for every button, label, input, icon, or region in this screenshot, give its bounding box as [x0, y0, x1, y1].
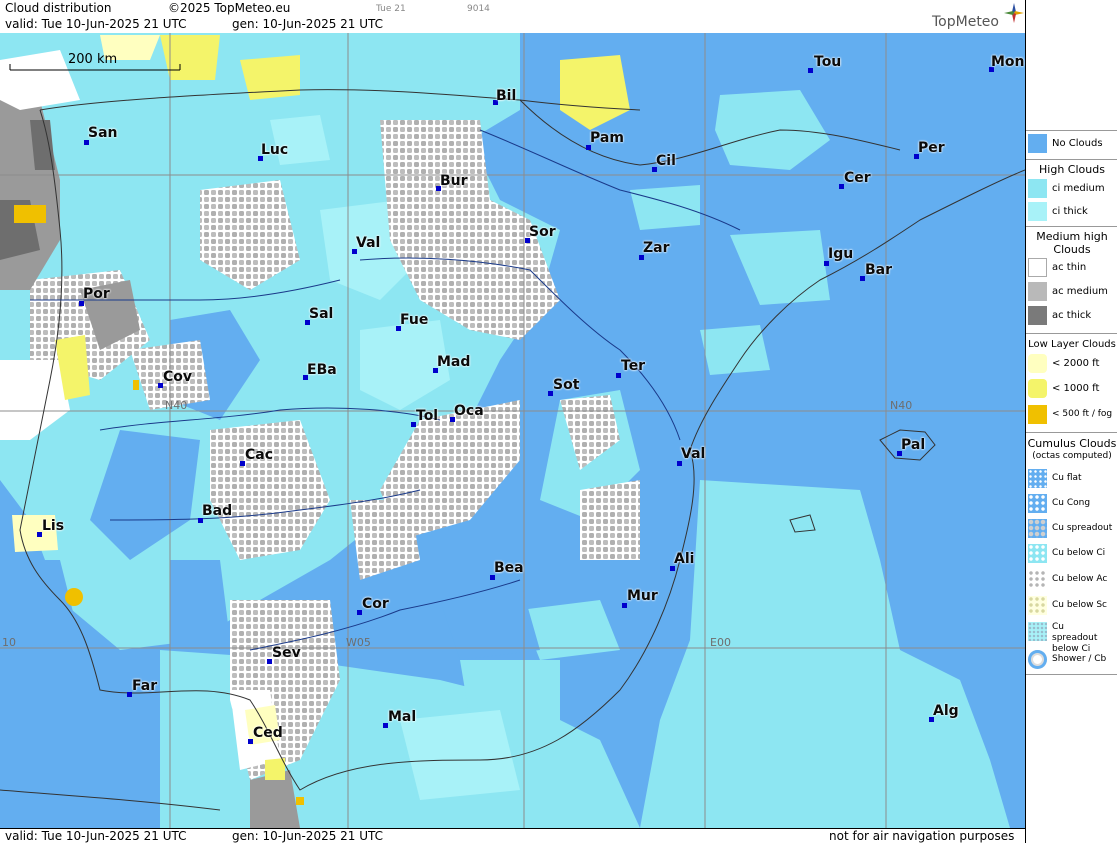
cu-spreadout-below-ci-swatch [1028, 622, 1047, 641]
valid-time: valid: Tue 10-Jun-2025 21 UTC [5, 17, 187, 31]
footer-generated-time: gen: 10-Jun-2025 21 UTC [232, 829, 384, 843]
footer-valid-time: valid: Tue 10-Jun-2025 21 UTC [5, 829, 187, 843]
legend-medium-high-heading: Medium high Clouds [1036, 230, 1108, 256]
low-2000-swatch [1028, 354, 1047, 373]
grid-label-w10: 10 [2, 636, 16, 649]
cu-below-ci-swatch [1028, 544, 1047, 563]
low-500-swatch [1028, 405, 1047, 424]
generated-time: gen: 10-Jun-2025 21 UTC [232, 17, 384, 31]
legend-high-clouds-heading: High Clouds [1039, 163, 1105, 176]
header-bar: Cloud distribution ©2025 TopMeteo.eu Tue… [0, 0, 1025, 34]
cu-below-sc-swatch [1028, 596, 1047, 615]
scale-label: 200 km [68, 52, 118, 67]
grid-label-e00: E00 [710, 636, 731, 649]
legend-cumulus-heading: Cumulus Clouds [1027, 437, 1117, 450]
legend-low-layer-heading: Low Layer Clouds [1028, 339, 1116, 350]
cloud-map: 200 km N40 N40 W05 E00 10 Bil Pam Tou Mo… [0, 33, 1025, 828]
grid-label-n40-left: N40 [165, 399, 188, 412]
ci-medium-swatch [1028, 179, 1047, 198]
cu-flat-swatch [1028, 469, 1047, 488]
legend-cumulus-subheading: (octas computed) [1032, 451, 1112, 461]
legend-panel: No Clouds High Clouds ci medium ci thick… [1025, 0, 1117, 843]
ac-medium-swatch [1028, 282, 1047, 301]
time-small: Tue 21 [376, 4, 406, 14]
topmeteo-logo: TopMeteo [932, 14, 999, 30]
map-title: Cloud distribution [5, 1, 112, 15]
cu-cong-swatch [1028, 494, 1047, 513]
footer-bar: valid: Tue 10-Jun-2025 21 UTC gen: 10-Ju… [0, 828, 1025, 844]
grid-label-w05: W05 [346, 636, 371, 649]
grid-label-n40-right: N40 [890, 399, 913, 412]
compass-icon [1004, 3, 1024, 23]
no-clouds-swatch [1028, 134, 1047, 153]
map-canvas [0, 33, 1025, 828]
ac-thin-swatch [1028, 258, 1047, 277]
low-1000-swatch [1028, 379, 1047, 398]
code-small: 9014 [467, 4, 490, 14]
copyright: ©2025 TopMeteo.eu [168, 1, 291, 15]
cu-below-ac-swatch [1028, 570, 1047, 589]
shower-cb-swatch [1028, 650, 1047, 669]
footer-disclaimer: not for air navigation purposes [829, 829, 1015, 843]
cu-spreadout-swatch [1028, 519, 1047, 538]
ci-thick-swatch [1028, 202, 1047, 221]
ac-thick-swatch [1028, 306, 1047, 325]
